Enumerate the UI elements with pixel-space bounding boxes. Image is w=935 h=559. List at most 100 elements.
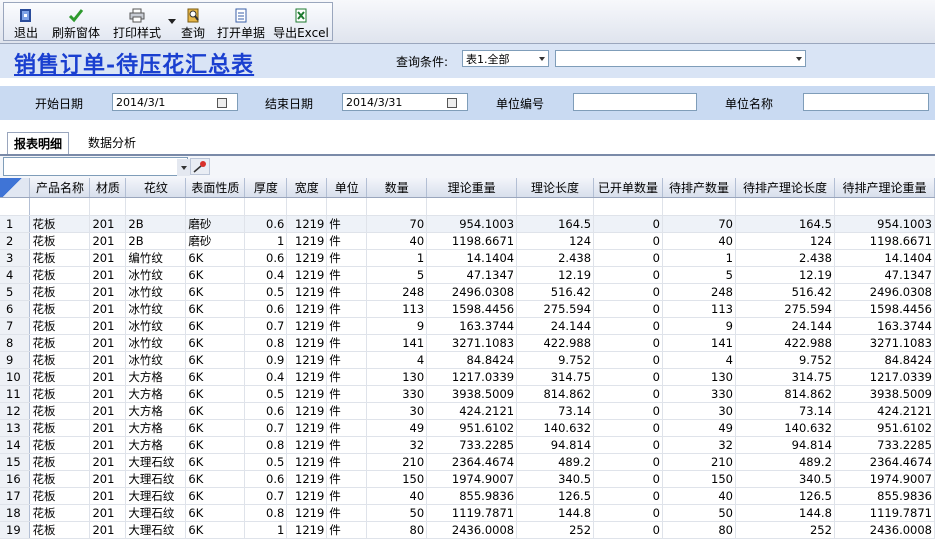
column-header[interactable]: 宽度 <box>286 178 328 198</box>
table-cell[interactable]: 144.8 <box>735 504 835 522</box>
table-cell[interactable]: 0 <box>593 453 663 471</box>
table-cell[interactable]: 32 <box>662 436 736 454</box>
filter-cell[interactable] <box>735 197 835 216</box>
table-cell[interactable]: 1 <box>366 249 428 267</box>
table-cell[interactable]: 9 <box>366 317 428 335</box>
table-cell[interactable]: 3938.5009 <box>426 385 518 403</box>
table-cell[interactable]: 201 <box>89 300 127 318</box>
filter-cell[interactable] <box>185 197 246 216</box>
table-cell[interactable]: 340.5 <box>735 470 835 488</box>
table-cell[interactable]: 201 <box>89 215 127 233</box>
table-cell[interactable]: 件 <box>326 470 368 488</box>
table-cell[interactable]: 花板 <box>29 334 91 352</box>
table-cell[interactable]: 70 <box>366 215 428 233</box>
filter-cell[interactable] <box>834 197 935 216</box>
table-cell[interactable]: 花板 <box>29 521 91 539</box>
refresh-button[interactable]: 刷新窗体 <box>49 5 103 41</box>
table-cell[interactable]: 14.1404 <box>834 249 935 267</box>
table-cell[interactable]: 30 <box>662 402 736 420</box>
table-cell[interactable]: 0 <box>593 300 663 318</box>
table-cell[interactable]: 1219 <box>286 249 328 267</box>
table-cell[interactable]: 冰竹纹 <box>125 300 187 318</box>
table-cell[interactable]: 1219 <box>286 402 328 420</box>
table-cell[interactable]: 冰竹纹 <box>125 283 187 301</box>
table-cell[interactable]: 0.5 <box>244 283 288 301</box>
table-cell[interactable]: 花板 <box>29 317 91 335</box>
table-cell[interactable]: 0.6 <box>244 300 288 318</box>
table-cell[interactable]: 2364.4674 <box>834 453 935 471</box>
table-cell[interactable]: 件 <box>326 436 368 454</box>
table-cell[interactable]: 1219 <box>286 419 328 437</box>
table-cell[interactable]: 冰竹纹 <box>125 317 187 335</box>
table-cell[interactable]: 1 <box>244 232 288 250</box>
table-cell[interactable]: 4 <box>366 351 428 369</box>
table-cell[interactable]: 1219 <box>286 283 328 301</box>
table-cell[interactable]: 6K <box>185 283 246 301</box>
table-cell[interactable]: 花板 <box>29 249 91 267</box>
table-cell[interactable]: 件 <box>326 266 368 284</box>
table-cell[interactable]: 花板 <box>29 453 91 471</box>
table-cell[interactable]: 件 <box>326 504 368 522</box>
table-cell[interactable]: 大方格 <box>125 419 187 437</box>
table-cell[interactable]: 5 <box>366 266 428 284</box>
table-cell[interactable]: 32 <box>366 436 428 454</box>
table-row[interactable]: 15 花板 201 大理石纹 6K 0.5 1219 件 210 2364.4674 489.2 0 2… <box>0 453 935 471</box>
table-cell[interactable]: 12.19 <box>516 266 595 284</box>
table-cell[interactable]: 6K <box>185 334 246 352</box>
column-header[interactable]: 花纹 <box>125 178 187 198</box>
table-cell[interactable]: 4 <box>662 351 736 369</box>
filter-cell[interactable] <box>125 197 187 216</box>
table-cell[interactable]: 0 <box>593 351 663 369</box>
table-cell[interactable]: 201 <box>89 266 127 284</box>
table-cell[interactable]: 件 <box>326 351 368 369</box>
table-cell[interactable]: 2.438 <box>735 249 835 267</box>
table-cell[interactable]: 144.8 <box>516 504 595 522</box>
table-cell[interactable]: 0 <box>593 215 663 233</box>
table-row[interactable]: 7 花板 201 冰竹纹 6K 0.7 1219 件 9 163.3744 24.144 0 9 24.1… <box>0 317 935 335</box>
table-cell[interactable]: 70 <box>662 215 736 233</box>
table-row[interactable]: 5 花板 201 冰竹纹 6K 0.5 1219 件 248 2496.0308 516.42 0 24… <box>0 283 935 301</box>
table-cell[interactable]: 件 <box>326 249 368 267</box>
table-cell[interactable]: 330 <box>366 385 428 403</box>
table-cell[interactable]: 113 <box>662 300 736 318</box>
pin-button[interactable] <box>190 158 210 175</box>
table-cell[interactable]: 0.6 <box>244 249 288 267</box>
table-cell[interactable]: 73.14 <box>516 402 595 420</box>
table-cell[interactable]: 件 <box>326 453 368 471</box>
table-cell[interactable]: 201 <box>89 470 127 488</box>
table-cell[interactable]: 1 <box>662 249 736 267</box>
table-cell[interactable]: 422.988 <box>735 334 835 352</box>
table-cell[interactable]: 130 <box>366 368 428 386</box>
print-style-dropdown-arrow[interactable] <box>168 19 176 24</box>
table-cell[interactable]: 141 <box>366 334 428 352</box>
table-cell[interactable]: 252 <box>735 521 835 539</box>
column-header[interactable]: 已开单数量 <box>593 178 663 198</box>
table-cell[interactable]: 1219 <box>286 300 328 318</box>
table-cell[interactable]: 大方格 <box>125 385 187 403</box>
table-cell[interactable]: 0.6 <box>244 470 288 488</box>
table-cell[interactable]: 花板 <box>29 385 91 403</box>
table-cell[interactable]: 0.5 <box>244 453 288 471</box>
table-cell[interactable]: 733.2285 <box>834 436 935 454</box>
table-cell[interactable]: 6K <box>185 368 246 386</box>
table-cell[interactable]: 件 <box>326 419 368 437</box>
table-cell[interactable]: 6K <box>185 470 246 488</box>
table-cell[interactable]: 6K <box>185 385 246 403</box>
table-cell[interactable]: 201 <box>89 419 127 437</box>
table-cell[interactable]: 24.144 <box>735 317 835 335</box>
table-cell[interactable]: 1219 <box>286 351 328 369</box>
table-cell[interactable]: 1217.0339 <box>834 368 935 386</box>
table-cell[interactable]: 30 <box>366 402 428 420</box>
column-header[interactable]: 厚度 <box>244 178 288 198</box>
table-cell[interactable]: 3938.5009 <box>834 385 935 403</box>
table-cell[interactable]: 大理石纹 <box>125 487 187 505</box>
table-cell[interactable]: 2B <box>125 215 187 233</box>
table-cell[interactable]: 大理石纹 <box>125 453 187 471</box>
table-cell[interactable]: 0 <box>593 470 663 488</box>
table-cell[interactable]: 6K <box>185 487 246 505</box>
table-cell[interactable]: 40 <box>366 487 428 505</box>
table-cell[interactable]: 164.5 <box>735 215 835 233</box>
table-cell[interactable]: 314.75 <box>516 368 595 386</box>
table-cell[interactable]: 340.5 <box>516 470 595 488</box>
table-cell[interactable]: 50 <box>662 504 736 522</box>
